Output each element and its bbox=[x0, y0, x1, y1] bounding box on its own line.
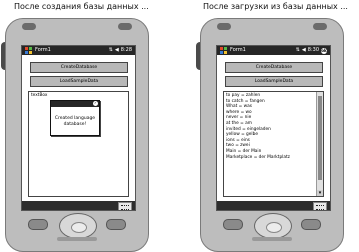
right-hardware-key-1[interactable] bbox=[223, 219, 243, 230]
right-hardware-buttons bbox=[223, 213, 321, 243]
left-dpad-center[interactable] bbox=[71, 221, 87, 233]
keyboard-icon[interactable] bbox=[118, 202, 132, 210]
left-output-textbox[interactable]: textBox ✓ Created language database! bbox=[28, 91, 129, 197]
right-hardware-key-2[interactable] bbox=[301, 219, 321, 230]
left-top-button-2[interactable] bbox=[118, 23, 132, 30]
left-pda-body: Form1 ⇅ ◀ 8:28 CreateDatabase LoadSample… bbox=[5, 18, 149, 252]
left-time: 8:28 bbox=[120, 47, 132, 53]
right-dpad-center[interactable] bbox=[266, 221, 282, 233]
scroll-down-icon[interactable]: ▾ bbox=[317, 190, 323, 196]
right-top-button[interactable] bbox=[217, 23, 231, 30]
right-time: 8:30 bbox=[307, 47, 319, 53]
left-dpad[interactable] bbox=[59, 213, 97, 239]
scrollbar-thumb[interactable] bbox=[318, 96, 322, 180]
left-device-slot bbox=[57, 237, 97, 241]
keyboard-icon[interactable] bbox=[313, 202, 327, 210]
ok-icon[interactable]: ok bbox=[321, 47, 327, 54]
create-database-button[interactable]: CreateDatabase bbox=[225, 62, 323, 73]
signal-icon: ⇅ bbox=[295, 47, 300, 53]
message-box-text: Created language database! bbox=[54, 116, 96, 127]
right-caption: После загрузки из базы данных ... bbox=[203, 2, 348, 11]
left-window-title: Form1 bbox=[35, 47, 51, 53]
load-sample-data-button[interactable]: LoadSampleData bbox=[225, 76, 323, 87]
speaker-icon[interactable]: ◀ bbox=[302, 46, 306, 55]
signal-icon: ⇅ bbox=[108, 47, 113, 53]
left-menubar bbox=[22, 201, 135, 210]
windows-flag-icon[interactable] bbox=[220, 47, 227, 54]
left-screen: Form1 ⇅ ◀ 8:28 CreateDatabase LoadSample… bbox=[21, 45, 136, 211]
output-line: Marketplace = der Marktplatz bbox=[226, 154, 290, 160]
left-titlebar: Form1 ⇅ ◀ 8:28 bbox=[22, 46, 135, 55]
speaker-icon[interactable]: ◀ bbox=[115, 46, 119, 55]
right-pda-device: Form1 ⇅ ◀ 8:30 ok CreateDatabase LoadSam… bbox=[196, 18, 348, 252]
right-device-slot bbox=[252, 237, 292, 241]
output-lines: to pay = zahlen to catch = fangen What =… bbox=[226, 93, 316, 160]
create-database-button[interactable]: CreateDatabase bbox=[30, 62, 128, 73]
right-dpad[interactable] bbox=[254, 213, 292, 239]
right-window-title: Form1 bbox=[230, 47, 246, 53]
textbox-text: textBox bbox=[31, 93, 48, 98]
right-titlebar: Form1 ⇅ ◀ 8:30 ok bbox=[217, 46, 330, 55]
left-pda-device: Form1 ⇅ ◀ 8:28 CreateDatabase LoadSample… bbox=[1, 18, 153, 252]
load-sample-data-button[interactable]: LoadSampleData bbox=[30, 76, 128, 87]
left-top-button[interactable] bbox=[22, 23, 36, 30]
ok-icon[interactable]: ✓ bbox=[93, 101, 98, 106]
left-caption: После создания базы данных ... bbox=[14, 2, 149, 11]
message-box: ✓ Created language database! bbox=[50, 100, 100, 136]
left-hardware-key-1[interactable] bbox=[28, 219, 48, 230]
vertical-scrollbar[interactable]: ▾ bbox=[316, 92, 323, 196]
right-top-button-2[interactable] bbox=[313, 23, 327, 30]
message-box-titlebar: ✓ bbox=[51, 101, 99, 107]
right-pda-body: Form1 ⇅ ◀ 8:30 ok CreateDatabase LoadSam… bbox=[200, 18, 344, 252]
right-menubar bbox=[217, 201, 330, 210]
left-hardware-key-2[interactable] bbox=[106, 219, 126, 230]
right-output-textbox[interactable]: to pay = zahlen to catch = fangen What =… bbox=[223, 91, 324, 197]
windows-flag-icon[interactable] bbox=[25, 47, 32, 54]
left-hardware-buttons bbox=[28, 213, 126, 243]
right-screen: Form1 ⇅ ◀ 8:30 ok CreateDatabase LoadSam… bbox=[216, 45, 331, 211]
